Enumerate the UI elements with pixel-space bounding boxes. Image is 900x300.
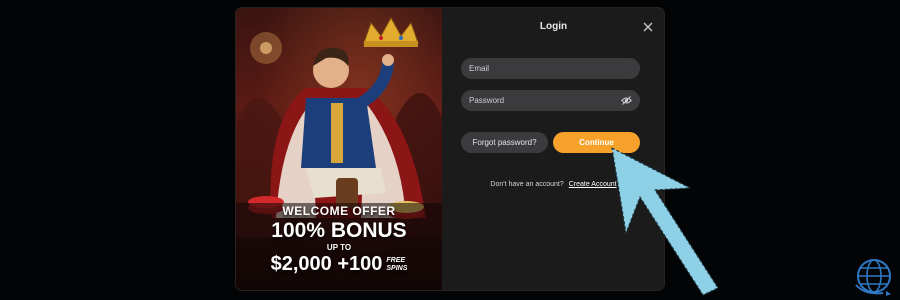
login-modal: WELCOME OFFER 100% BONUS UP TO $2,000 +1… [236,8,664,290]
promo-banner: WELCOME OFFER 100% BONUS UP TO $2,000 +1… [236,8,442,290]
globe-icon[interactable] [853,255,895,297]
promo-free-spins-label: FREE SPINS [386,257,407,273]
promo-text: WELCOME OFFER 100% BONUS UP TO $2,000 +1… [236,204,442,276]
promo-upto-label: UP TO [326,243,352,252]
no-account-text: Don't have an account? [490,181,564,188]
forgot-password-button[interactable]: Forgot password? [461,132,548,153]
promo-free-label: FREE [386,256,406,264]
continue-button[interactable]: Continue [553,132,640,153]
promo-bonus-label: 100% BONUS [271,219,407,242]
crown-icon [363,16,419,47]
close-button[interactable] [642,20,654,32]
promo-offer-label: WELCOME OFFER [282,204,396,218]
promo-spins-label: SPINS [386,264,408,272]
close-icon [643,22,653,32]
password-placeholder: Password [469,96,505,105]
promo-amount-label: $2,000 +100 [270,253,383,275]
login-panel: Login Email Password Forgot password? Co… [443,8,664,290]
eye-off-icon[interactable] [621,96,632,105]
promo-amount-row: $2,000 +100 FREE SPINS [236,253,442,276]
login-title: Login [539,21,568,32]
password-field[interactable]: Password [461,90,640,111]
email-field[interactable]: Email [461,58,640,79]
email-placeholder: Email [469,64,490,73]
create-account-link[interactable]: Create Account [569,181,617,188]
signup-row: Don't have an account? Create Account [443,181,664,188]
